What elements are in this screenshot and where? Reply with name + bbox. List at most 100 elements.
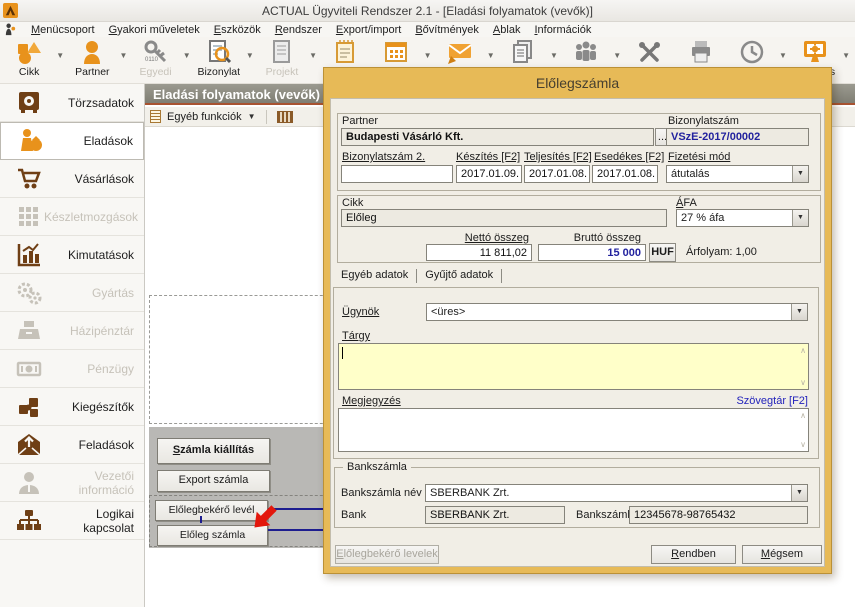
menu-item-gyakori-muveletek[interactable]: Gyakori műveletek [109,24,200,36]
afa-select[interactable]: 27 % áfa▼ [676,209,809,227]
menu-item-ablak[interactable]: Ablak [493,24,521,36]
combo-arrow-icon[interactable]: ▼ [792,166,808,182]
cart-icon [14,166,44,192]
bankszamla-legend: Bankszámla [343,461,411,473]
toolbar-button-projekt[interactable]: Projekt [257,39,307,78]
bankszamla-label: Bankszámla [576,509,636,521]
cikk-field[interactable]: Előleg [341,209,667,227]
netto-osszeg-label: Nettó összeg [426,232,529,244]
dropdown-arrow-icon[interactable]: ▼ [424,51,432,60]
sidebar-item-kiegeszitok[interactable]: Kiegészítők [0,388,144,426]
scroll-up-icon[interactable]: ∧ [800,346,806,355]
sidebar-item-keszletmozgasok[interactable]: Készletmozgások [0,198,144,236]
netto-osszeg-input[interactable]: 11 811,02 [426,244,532,261]
ugynok-select[interactable]: <üres>▼ [426,303,808,321]
sidebar-item-kimutatasok[interactable]: Kimutatások [0,236,144,274]
dropdown-arrow-icon[interactable]: ▼ [246,51,254,60]
szamla-kiallitas-button[interactable]: Számla kiállítás [157,438,270,464]
dropdown-arrow-icon[interactable]: ▼ [613,51,621,60]
chart-icon [14,242,44,268]
toolbar-button-cikk[interactable]: Cikk [4,39,54,78]
sidebar-item-hazipenztar[interactable]: Házipénztár [0,312,144,350]
menu-item-rendszer[interactable]: Rendszer [275,24,322,36]
currency-huf-button[interactable]: HUF [649,243,676,262]
dropdown-arrow-icon[interactable]: ▼ [487,51,495,60]
menu-item-bovitmenyek[interactable]: Bővítmények [415,24,479,36]
combo-arrow-icon[interactable]: ▼ [791,485,807,501]
dropdown-arrow-icon[interactable]: ▼ [309,51,317,60]
esedekes-date-input[interactable]: 2017.01.08. [592,165,658,183]
arfolyam-text: Árfolyam: 1,00 [686,246,757,258]
menu-item-eszkozok[interactable]: Eszközök [214,24,261,36]
list-icon [150,110,161,123]
combo-arrow-icon[interactable]: ▼ [792,210,808,226]
documents-icon [510,39,536,65]
egyeb-funkciok-button[interactable]: Egyéb funkciók [167,111,242,123]
sidebar-item-vasarlasok[interactable]: Vásárlások [0,160,144,198]
toolbar-button-partner[interactable]: Partner [67,39,117,78]
scroll-down-icon[interactable]: ∨ [800,378,806,387]
sidebar-item-eladasok[interactable]: Eladások [0,122,144,160]
partner-head-icon [79,39,105,65]
menu-group-icon [4,23,17,36]
scroll-up-icon[interactable]: ∧ [800,411,806,420]
keszites-date-input[interactable]: 2017.01.09. [456,165,522,183]
combo-arrow-icon[interactable]: ▼ [791,304,807,320]
text-caret [342,347,343,359]
bankszamla-nev-label: Bankszámla név [341,487,422,499]
sidebar-item-penzugy[interactable]: Pénzügy [0,350,144,388]
puzzle-icon [14,394,44,420]
megjegyzes-textarea[interactable]: ∧ ∨ [338,408,809,452]
person-icon [14,470,44,496]
bizonylatszam2-input[interactable] [341,165,453,183]
afa-label: ÁFA [676,197,697,209]
menu-item-informaciok[interactable]: Információk [534,24,591,36]
calendar-icon [383,39,409,65]
dropdown-arrow-icon[interactable]: ▼ [183,51,191,60]
cancel-button[interactable]: Mégsem [742,545,822,564]
monitor-gear-icon [802,39,828,65]
sidebar-item-vezetoi-informacio[interactable]: Vezetői információ [0,464,144,502]
bizonylatszam-field[interactable]: VSzE-2017/00002 [666,128,809,146]
bank-field[interactable]: SBERBANK Zrt. [425,506,565,524]
dropdown-arrow-icon[interactable]: ▼ [779,51,787,60]
stripes-icon[interactable] [277,111,293,123]
dropdown-arrow-icon[interactable]: ▼ [842,51,850,60]
elolegbekero-levelek-button[interactable]: Előlegbekérő levelek [335,545,439,564]
bankszamla-field[interactable]: 12345678-98765432 [629,506,808,524]
export-szamla-button[interactable]: Export számla [157,470,270,492]
targy-textarea[interactable]: ∧ ∨ [338,343,809,390]
window-titlebar: ACTUAL Ügyviteli Rendszer 2.1 - [Eladási… [0,0,855,22]
dropdown-arrow-icon[interactable]: ▼ [248,112,256,121]
toolbar-button-bizonylat[interactable]: Bizonylat [194,39,244,78]
partner-field[interactable]: Budapesti Vásárló Kft. [341,128,654,146]
dialog-tabs: Egyéb adatok Gyűjtő adatok [339,269,508,283]
sidebar-item-gyartas[interactable]: Gyártás [0,274,144,312]
szovegtar-link[interactable]: Szövegtár [F2] [661,395,808,407]
bankszamla-nev-select[interactable]: SBERBANK Zrt.▼ [425,484,808,502]
sidebar-item-torzsadatok[interactable]: Törzsadatok [0,84,144,122]
scroll-down-icon[interactable]: ∨ [800,440,806,449]
megjegyzes-label: Megjegyzés [342,395,401,407]
brutto-osszeg-input[interactable]: 15 000 [538,244,646,261]
dropdown-arrow-icon[interactable]: ▼ [119,51,127,60]
grid-icon [14,204,44,230]
sidebar-item-feladasok[interactable]: Feladások [0,426,144,464]
menu-bar: Menücsoport Gyakori műveletek Eszközök R… [0,22,855,37]
sidebar-item-logikai-kapcsolat[interactable]: Logikai kapcsolat [0,502,144,540]
tab-egyeb-adatok[interactable]: Egyéb adatok [339,269,417,283]
tab-gyujto-adatok[interactable]: Gyűjtő adatok [423,269,502,283]
fizetesi-mod-select[interactable]: átutalás▼ [666,165,809,183]
menu-item-menucsoport[interactable]: Menücsoport [31,24,95,36]
dropdown-arrow-icon[interactable]: ▼ [56,51,64,60]
keszites-label: Készítés [F2] [456,151,520,163]
targy-label: Tárgy [342,330,370,342]
teljesites-date-input[interactable]: 2017.01.08. [524,165,590,183]
dropdown-arrow-icon[interactable]: ▼ [550,51,558,60]
document-icon [269,39,295,65]
menu-item-export-import[interactable]: Export/import [336,24,401,36]
banknote-icon [14,356,44,382]
fizetesi-mod-label: Fizetési mód [668,151,730,163]
toolbar-button-egyedi[interactable]: 0110 Egyedi [130,39,180,78]
ok-button[interactable]: Rendben [651,545,736,564]
